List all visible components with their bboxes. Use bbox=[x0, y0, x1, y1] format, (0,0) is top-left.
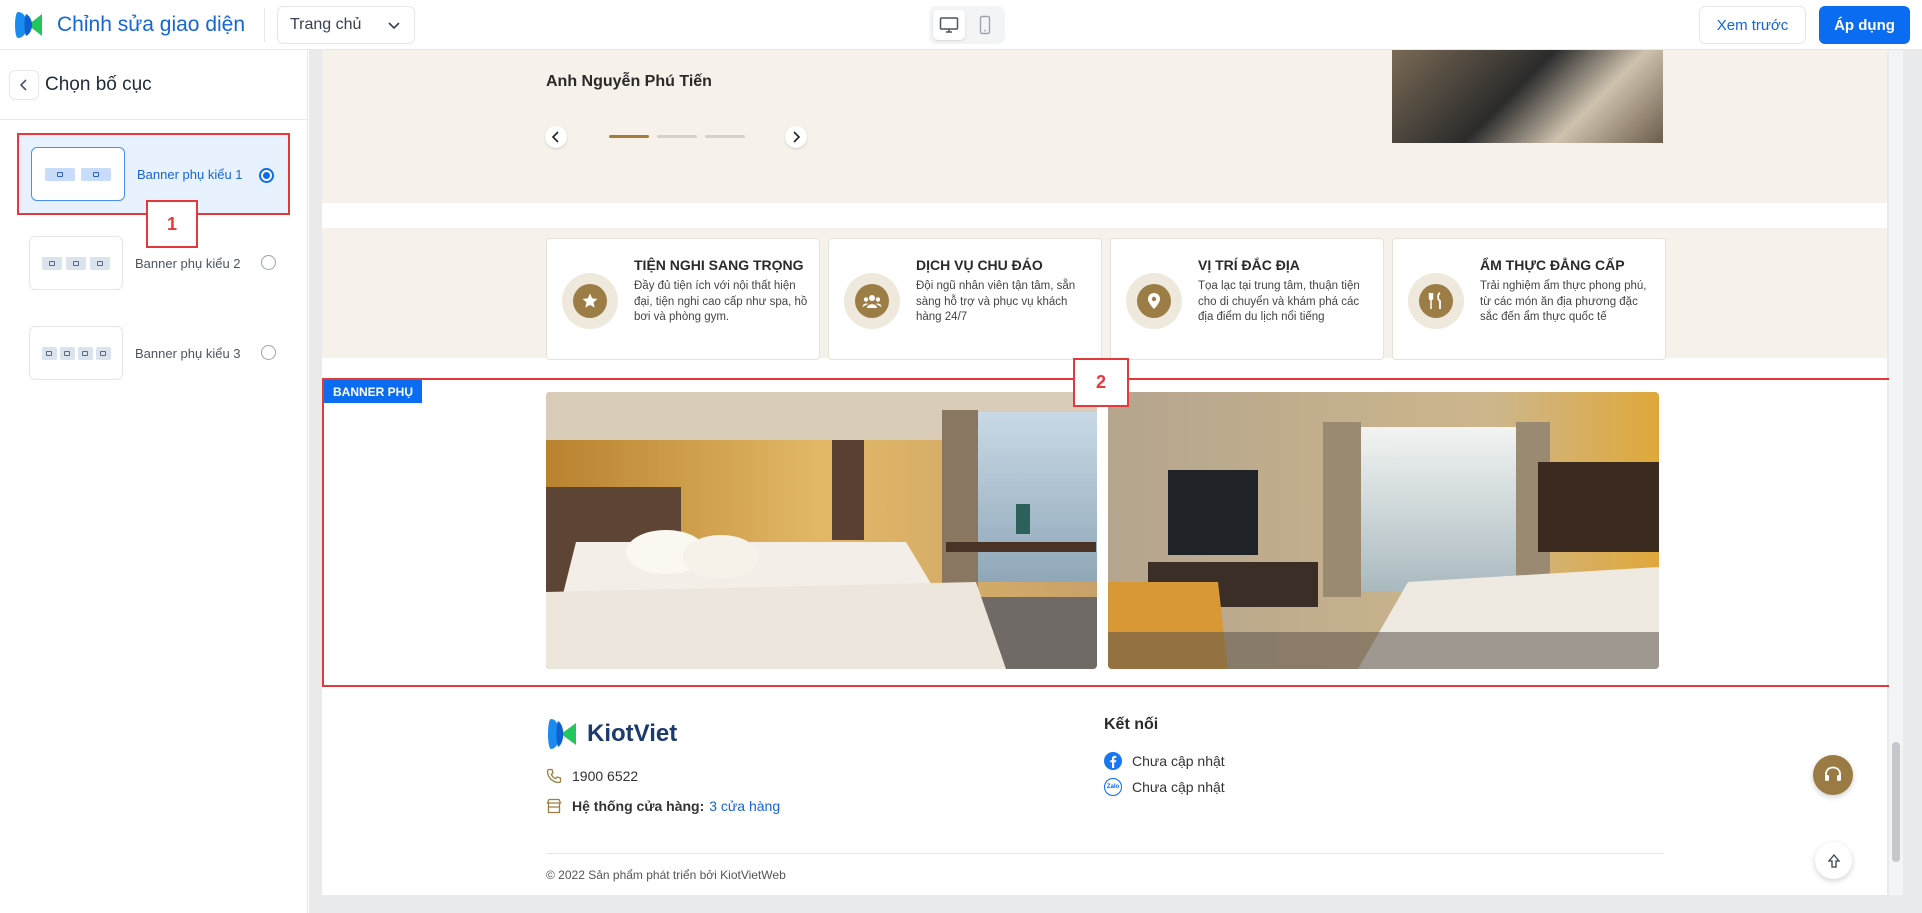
headset-icon bbox=[1825, 766, 1841, 781]
feature-title: VỊ TRÍ ĐẮC ĐỊA bbox=[1198, 257, 1300, 273]
sidebar-title: Chọn bố cục bbox=[45, 73, 152, 95]
dining-icon bbox=[1408, 273, 1464, 329]
slider-dot-active[interactable] bbox=[609, 135, 649, 138]
kiotviet-footer-logo: KiotViet bbox=[546, 715, 677, 753]
banner-section-tag: BANNER PHỤ bbox=[324, 380, 423, 403]
image-placeholder-icon bbox=[41, 346, 57, 360]
page-select-value: Trang chủ bbox=[290, 16, 362, 33]
feature-card: DỊCH VỤ CHU ĐÁO Đội ngũ nhân viên tận tâ… bbox=[828, 238, 1102, 360]
feature-card: ẨM THỰC ĐẲNG CẤP Trải nghiệm ẩm thực pho… bbox=[1392, 238, 1666, 360]
stores-link[interactable]: 3 cửa hàng bbox=[709, 798, 780, 814]
apply-button[interactable]: Áp dụng bbox=[1819, 6, 1910, 44]
stores-label: Hệ thống cửa hàng: bbox=[572, 798, 705, 814]
layout-option-label: Banner phụ kiểu 1 bbox=[137, 166, 243, 182]
copyright-text: © 2022 Sản phẩm phát triển bởi KiotVietW… bbox=[546, 868, 786, 882]
page-select[interactable]: Trang chủ bbox=[277, 6, 415, 44]
phone-number[interactable]: 1900 6522 bbox=[572, 768, 638, 784]
mobile-view-button[interactable] bbox=[969, 10, 1001, 40]
scrollbar-thumb[interactable] bbox=[1892, 742, 1900, 862]
layout-option-label: Banner phụ kiểu 2 bbox=[135, 255, 241, 271]
chevron-right-icon bbox=[793, 131, 801, 143]
footer-stores: Hệ thống cửa hàng: 3 cửa hàng bbox=[546, 798, 780, 814]
chevron-left-icon bbox=[19, 78, 27, 91]
layout-sidebar: Chọn bố cục Banner phụ kiểu 1 Banner phụ… bbox=[0, 50, 308, 913]
brand: Chỉnh sửa giao diện bbox=[12, 8, 245, 42]
feature-title: TIỆN NGHI SANG TRỌNG bbox=[634, 257, 804, 273]
callout-2: 2 bbox=[1073, 358, 1129, 407]
facebook-icon bbox=[1104, 752, 1122, 770]
image-placeholder-icon bbox=[81, 167, 111, 181]
zalo-link[interactable]: Zalo Chưa cập nhật bbox=[1104, 778, 1225, 796]
team-icon bbox=[844, 273, 900, 329]
feature-desc: Tọa lạc tại trung tâm, thuận tiện cho di… bbox=[1198, 280, 1360, 323]
feature-card: VỊ TRÍ ĐẮC ĐỊA Tọa lạc tại trung tâm, th… bbox=[1110, 238, 1384, 360]
feature-desc: Trải nghiệm ẩm thực phong phú, từ các mó… bbox=[1480, 280, 1647, 323]
image-placeholder-icon bbox=[66, 256, 86, 270]
feature-desc: Đầy đủ tiện ích với nội thất hiện đại, t… bbox=[634, 280, 808, 323]
banner-selection-frame bbox=[322, 378, 1892, 687]
arrow-up-icon bbox=[1827, 853, 1840, 868]
feature-title: DỊCH VỤ CHU ĐÁO bbox=[916, 257, 1043, 273]
footer-brand-name: KiotViet bbox=[587, 720, 678, 747]
store-icon bbox=[546, 798, 562, 814]
mobile-icon bbox=[979, 15, 991, 35]
slider-dot[interactable] bbox=[657, 135, 697, 138]
chevron-left-icon bbox=[551, 131, 559, 143]
location-pin-icon bbox=[1126, 273, 1182, 329]
footer-phone: 1900 6522 bbox=[546, 768, 638, 784]
zalo-status: Chưa cập nhật bbox=[1132, 779, 1225, 795]
back-button[interactable] bbox=[9, 69, 39, 100]
editor-title: Chỉnh sửa giao diện bbox=[57, 13, 246, 36]
image-placeholder-icon bbox=[59, 346, 75, 360]
slider-next-button[interactable] bbox=[785, 126, 807, 148]
facebook-status: Chưa cập nhật bbox=[1132, 753, 1225, 769]
image-placeholder-icon bbox=[90, 256, 110, 270]
desktop-view-button[interactable] bbox=[933, 10, 965, 40]
connect-title: Kết nối bbox=[1104, 716, 1159, 733]
layout-option-label: Banner phụ kiểu 3 bbox=[135, 345, 241, 361]
testimonial-photo bbox=[1392, 50, 1663, 143]
image-placeholder-icon bbox=[95, 346, 111, 360]
zalo-icon: Zalo bbox=[1104, 778, 1122, 796]
phone-icon bbox=[546, 768, 562, 784]
layout-thumbnail bbox=[31, 147, 125, 201]
image-placeholder-icon bbox=[42, 256, 62, 270]
features-section: TIỆN NGHI SANG TRỌNG Đầy đủ tiện ích với… bbox=[322, 228, 1887, 360]
image-placeholder-icon bbox=[45, 167, 75, 181]
testimonial-name: Anh Nguyễn Phú Tiến bbox=[546, 73, 712, 90]
slider-dot[interactable] bbox=[705, 135, 745, 138]
radio-unselected[interactable] bbox=[261, 255, 276, 270]
radio-unselected[interactable] bbox=[261, 345, 276, 360]
device-toggle bbox=[929, 6, 1005, 44]
star-icon bbox=[562, 273, 618, 329]
kiotviet-logo-icon bbox=[12, 8, 48, 42]
layout-option-3[interactable]: Banner phụ kiểu 3 bbox=[17, 312, 290, 394]
site-footer: KiotViet 1900 6522 Hệ thống cửa hàng: 3 … bbox=[322, 700, 1887, 895]
scroll-to-top-button[interactable] bbox=[1815, 842, 1852, 879]
sidebar-header: Chọn bố cục bbox=[0, 50, 307, 120]
callout-1: 1 bbox=[146, 200, 198, 248]
canvas-scrollbar[interactable] bbox=[1889, 50, 1903, 895]
layout-thumbnail bbox=[29, 236, 123, 290]
testimonial-section: Anh Nguyễn Phú Tiến bbox=[322, 50, 1887, 203]
desktop-icon bbox=[939, 17, 959, 33]
top-bar: Chỉnh sửa giao diện Trang chủ Xem trước … bbox=[0, 0, 1922, 50]
feature-card: TIỆN NGHI SANG TRỌNG Đầy đủ tiện ích với… bbox=[546, 238, 820, 360]
chevron-down-icon bbox=[388, 22, 400, 30]
divider bbox=[264, 8, 265, 42]
radio-selected[interactable] bbox=[259, 168, 274, 183]
image-placeholder-icon bbox=[77, 346, 93, 360]
facebook-link[interactable]: Chưa cập nhật bbox=[1104, 752, 1225, 770]
feature-desc: Đội ngũ nhân viên tận tâm, sẵn sàng hỗ t… bbox=[916, 280, 1076, 323]
layout-thumbnail bbox=[29, 326, 123, 380]
preview-button[interactable]: Xem trước bbox=[1699, 6, 1806, 44]
kiotviet-logo-icon bbox=[548, 719, 576, 749]
feature-title: ẨM THỰC ĐẲNG CẤP bbox=[1480, 257, 1625, 273]
support-button[interactable] bbox=[1813, 755, 1853, 795]
slider-prev-button[interactable] bbox=[545, 126, 567, 148]
footer-divider bbox=[546, 853, 1664, 854]
